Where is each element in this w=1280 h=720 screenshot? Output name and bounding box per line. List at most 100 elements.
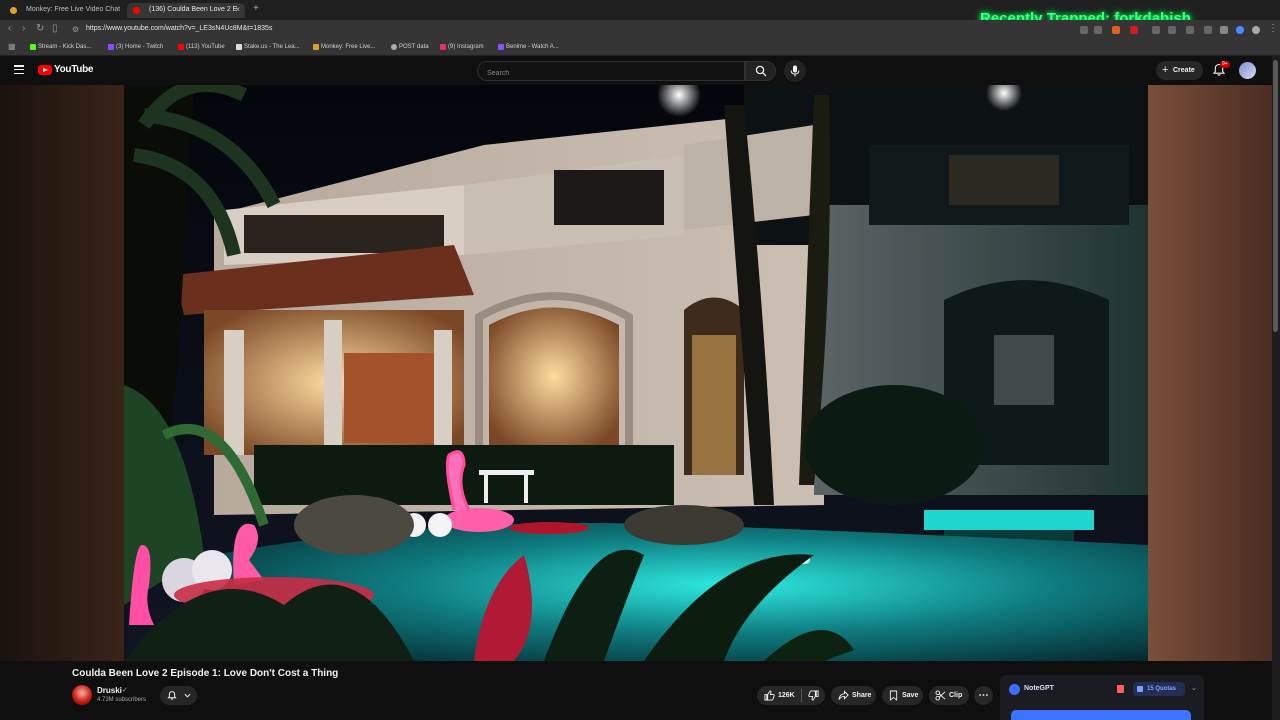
- monkey-icon: [313, 44, 319, 50]
- search-box: [477, 61, 745, 83]
- bookmark-icon[interactable]: ▯: [52, 23, 58, 34]
- video-player-area[interactable]: [0, 85, 1272, 661]
- youtube-icon: [178, 44, 184, 50]
- address-bar: ‹ › ↻ ▯ ⚙ https://www.youtube.com/watch?…: [0, 20, 1280, 40]
- apps-icon[interactable]: ▦: [8, 42, 16, 51]
- instagram-icon: [440, 44, 446, 50]
- share-button[interactable]: Share: [831, 686, 876, 705]
- like-button[interactable]: 126K: [757, 686, 801, 705]
- bookmark-stake[interactable]: Stake.us - The Lea...: [236, 44, 300, 50]
- site-info-icon[interactable]: ⚙: [72, 25, 79, 34]
- reload-icon[interactable]: ↻: [36, 23, 44, 34]
- extension-icon[interactable]: [1080, 26, 1088, 34]
- bookmark-monkey[interactable]: Monkey: Free Live...: [313, 44, 375, 50]
- stake-icon: [236, 44, 242, 50]
- url-field[interactable]: https://www.youtube.com/watch?v=_LE3sN4U…: [86, 25, 272, 32]
- youtube-play-icon: [38, 65, 52, 75]
- monkey-favicon-icon: [10, 7, 17, 14]
- notegpt-action-button[interactable]: [1011, 710, 1191, 720]
- bookmarks-bar: ▦ Stream - Kick Das... (3) Home - Twitch…: [0, 40, 1280, 56]
- thumbs-down-icon: [808, 690, 819, 701]
- brave-shield-icon[interactable]: [1112, 26, 1120, 34]
- youtube-logo[interactable]: YouTube: [38, 64, 94, 77]
- benime-icon: [498, 44, 504, 50]
- chevron-down-icon[interactable]: ⌄: [1191, 684, 1197, 692]
- notegpt-name: NoteGPT: [1024, 685, 1054, 692]
- share-icon: [838, 690, 849, 700]
- tab-youtube[interactable]: (136) Coulda Been Love 2 E ×: [127, 3, 245, 18]
- youtube-header: YouTube + Create 9+: [0, 56, 1272, 85]
- search-input[interactable]: [478, 64, 744, 83]
- save-bookmark-icon: [889, 690, 898, 701]
- share-label: Share: [852, 692, 872, 699]
- clip-label: Clip: [949, 692, 963, 699]
- trash-icon[interactable]: [1117, 685, 1124, 693]
- tab-title: Monkey: Free Live Video Chat: [26, 6, 121, 13]
- like-count: 126K: [778, 692, 795, 699]
- scrollbar-thumb[interactable]: [1273, 60, 1278, 332]
- clip-button[interactable]: Clip: [929, 686, 969, 705]
- new-tab-button[interactable]: +: [253, 3, 259, 14]
- like-dislike-group: 126K: [757, 686, 825, 705]
- notifications-badge: 9+: [1220, 61, 1230, 68]
- wallet-icon[interactable]: [1252, 26, 1260, 34]
- subscriber-count: 4.73M subscribers: [97, 697, 147, 703]
- extension-icon[interactable]: [1220, 26, 1228, 34]
- voice-search-button[interactable]: [784, 60, 806, 82]
- thumbs-up-icon: [764, 690, 775, 701]
- save-button[interactable]: Save: [882, 686, 923, 705]
- forward-icon[interactable]: ›: [22, 23, 25, 34]
- plus-icon: +: [1162, 64, 1169, 76]
- more-actions-button[interactable]: ⋯: [974, 686, 993, 705]
- youtube-logo-text: YouTube: [54, 64, 94, 75]
- extension-icon[interactable]: [1168, 26, 1176, 34]
- microphone-icon: [790, 65, 800, 77]
- bell-icon: [167, 691, 177, 700]
- notegpt-panel: NoteGPT 15 Quotas ⌄: [1000, 675, 1204, 720]
- back-icon[interactable]: ‹: [8, 23, 11, 34]
- create-label: Create: [1173, 67, 1195, 74]
- browser-tab-bar: Monkey: Free Live Video Chat (136) Could…: [0, 0, 1280, 27]
- verified-badge-icon: ✓: [122, 687, 128, 694]
- video-title: Coulda Been Love 2 Episode 1: Love Don't…: [72, 668, 339, 679]
- close-tab-icon[interactable]: ×: [235, 3, 240, 17]
- youtube-favicon-icon: [133, 7, 140, 14]
- chevron-down-icon: [184, 693, 191, 698]
- notegpt-logo-icon: [1009, 684, 1020, 695]
- search-icon: [755, 65, 767, 77]
- tab-title: (136) Coulda Been Love 2 E: [149, 6, 238, 13]
- create-button[interactable]: + Create: [1156, 61, 1203, 80]
- bookmark-twitch[interactable]: (3) Home - Twitch: [108, 44, 163, 50]
- video-frame[interactable]: [124, 85, 1148, 661]
- dislike-button[interactable]: [802, 686, 825, 705]
- kick-icon: [30, 44, 36, 50]
- channel-name[interactable]: Druski: [97, 686, 122, 695]
- notegpt-quota-button[interactable]: 15 Quotas: [1133, 682, 1185, 696]
- scissors-icon: [935, 690, 946, 701]
- subscribed-notifications-button[interactable]: [160, 686, 197, 705]
- search-button[interactable]: [745, 61, 776, 81]
- save-label: Save: [902, 692, 919, 699]
- more-icon: ⋯: [978, 690, 989, 701]
- ambient-glow-left: [0, 85, 124, 661]
- extension-icon[interactable]: [1094, 26, 1102, 34]
- bookmark-instagram[interactable]: (9) Instagram: [440, 44, 484, 50]
- twitch-icon: [108, 44, 114, 50]
- page-scrollbar[interactable]: [1272, 56, 1280, 720]
- user-avatar[interactable]: [1239, 62, 1256, 79]
- bookmark-post-data[interactable]: POST data: [391, 44, 429, 50]
- globe-icon: [391, 44, 397, 50]
- bookmark-benime[interactable]: Benime - Watch A...: [498, 44, 559, 50]
- ambient-glow-right: [1148, 85, 1272, 661]
- tab-monkey[interactable]: Monkey: Free Live Video Chat: [4, 3, 122, 18]
- channel-avatar[interactable]: [72, 685, 92, 705]
- sidebar-icon[interactable]: [1204, 26, 1212, 34]
- extension-icon[interactable]: [1186, 26, 1194, 34]
- extension-icon[interactable]: [1236, 26, 1244, 34]
- browser-menu-icon[interactable]: ⋮: [1268, 23, 1278, 34]
- bookmark-kick[interactable]: Stream - Kick Das...: [30, 44, 91, 50]
- extension-icon[interactable]: [1130, 26, 1138, 34]
- bookmark-youtube[interactable]: (113) YouTube: [178, 44, 225, 50]
- hamburger-menu-icon[interactable]: [14, 65, 24, 75]
- extension-icon[interactable]: [1152, 26, 1160, 34]
